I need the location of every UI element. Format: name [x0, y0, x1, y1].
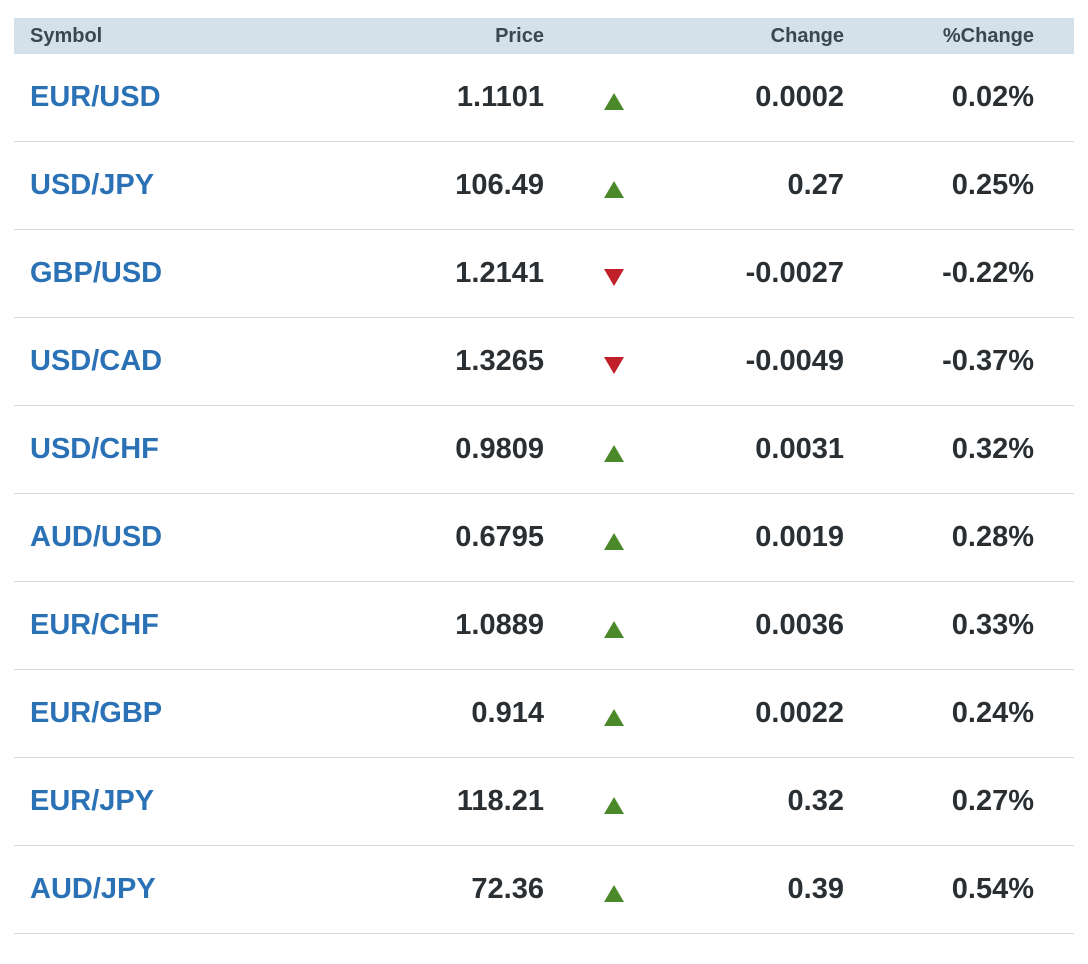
arrow-up-icon	[604, 796, 624, 814]
arrow-down-icon	[604, 268, 624, 286]
symbol-link[interactable]: EUR/USD	[30, 81, 161, 113]
table-row: EUR/CHF 1.0889 0.0036 0.33%	[14, 582, 1074, 670]
arrow-up-icon	[604, 444, 624, 462]
change-cell: 0.0002	[755, 81, 844, 113]
table-header: Symbol Price Change %Change	[14, 18, 1074, 54]
symbol-link[interactable]: USD/CAD	[30, 345, 162, 377]
table-row: EUR/GBP 0.914 0.0022 0.24%	[14, 670, 1074, 758]
currency-table: Symbol Price Change %Change EUR/USD 1.11…	[14, 18, 1074, 934]
arrow-up-icon	[604, 620, 624, 638]
header-price[interactable]: Price	[314, 25, 544, 48]
symbol-link[interactable]: AUD/JPY	[30, 873, 156, 905]
table-row: USD/JPY 106.49 0.27 0.25%	[14, 142, 1074, 230]
price-cell: 1.0889	[455, 609, 544, 641]
price-cell: 118.21	[456, 785, 544, 817]
change-cell: 0.39	[787, 873, 844, 905]
arrow-down-icon	[604, 356, 624, 374]
pct-change-cell: 0.32%	[951, 433, 1034, 465]
arrow-up-icon	[604, 532, 624, 550]
table-row: EUR/USD 1.1101 0.0002 0.02%	[14, 54, 1074, 142]
header-change[interactable]: Change	[684, 25, 844, 48]
symbol-link[interactable]: USD/CHF	[30, 433, 159, 465]
price-cell: 72.36	[471, 873, 544, 905]
arrow-up-icon	[604, 708, 624, 726]
pct-change-cell: 0.33%	[951, 609, 1034, 641]
pct-change-cell: 0.27%	[951, 785, 1034, 817]
arrow-up-icon	[604, 180, 624, 198]
header-symbol[interactable]: Symbol	[14, 25, 314, 48]
symbol-link[interactable]: AUD/USD	[30, 521, 162, 553]
price-cell: 0.914	[471, 697, 544, 729]
price-cell: 0.9809	[455, 433, 544, 465]
symbol-link[interactable]: USD/JPY	[30, 169, 154, 201]
table-row: USD/CHF 0.9809 0.0031 0.32%	[14, 406, 1074, 494]
symbol-link[interactable]: GBP/USD	[30, 257, 162, 289]
symbol-link[interactable]: EUR/JPY	[30, 785, 154, 817]
change-cell: 0.0036	[755, 609, 844, 641]
price-cell: 106.49	[455, 169, 544, 201]
pct-change-cell: -0.37%	[942, 345, 1034, 377]
price-cell: 0.6795	[455, 521, 544, 553]
change-cell: 0.0019	[755, 521, 844, 553]
pct-change-cell: 0.25%	[951, 169, 1034, 201]
change-cell: 0.32	[787, 785, 844, 817]
pct-change-cell: 0.24%	[951, 697, 1034, 729]
change-cell: -0.0027	[745, 257, 844, 289]
pct-change-cell: 0.54%	[951, 873, 1034, 905]
change-cell: 0.0031	[755, 433, 844, 465]
table-row: EUR/JPY 118.21 0.32 0.27%	[14, 758, 1074, 846]
change-cell: -0.0049	[745, 345, 844, 377]
table-row: AUD/USD 0.6795 0.0019 0.28%	[14, 494, 1074, 582]
symbol-link[interactable]: EUR/CHF	[30, 609, 159, 641]
change-cell: 0.0022	[755, 697, 844, 729]
pct-change-cell: -0.22%	[942, 257, 1034, 289]
price-cell: 1.3265	[455, 345, 544, 377]
table-row: AUD/JPY 72.36 0.39 0.54%	[14, 846, 1074, 934]
arrow-up-icon	[604, 92, 624, 110]
table-row: GBP/USD 1.2141 -0.0027 -0.22%	[14, 230, 1074, 318]
pct-change-cell: 0.02%	[951, 81, 1034, 113]
price-cell: 1.2141	[455, 257, 544, 289]
table-row: USD/CAD 1.3265 -0.0049 -0.37%	[14, 318, 1074, 406]
header-pct-change[interactable]: %Change	[844, 25, 1054, 48]
change-cell: 0.27	[787, 169, 844, 201]
price-cell: 1.1101	[456, 81, 544, 113]
symbol-link[interactable]: EUR/GBP	[30, 697, 162, 729]
arrow-up-icon	[604, 884, 624, 902]
pct-change-cell: 0.28%	[951, 521, 1034, 553]
